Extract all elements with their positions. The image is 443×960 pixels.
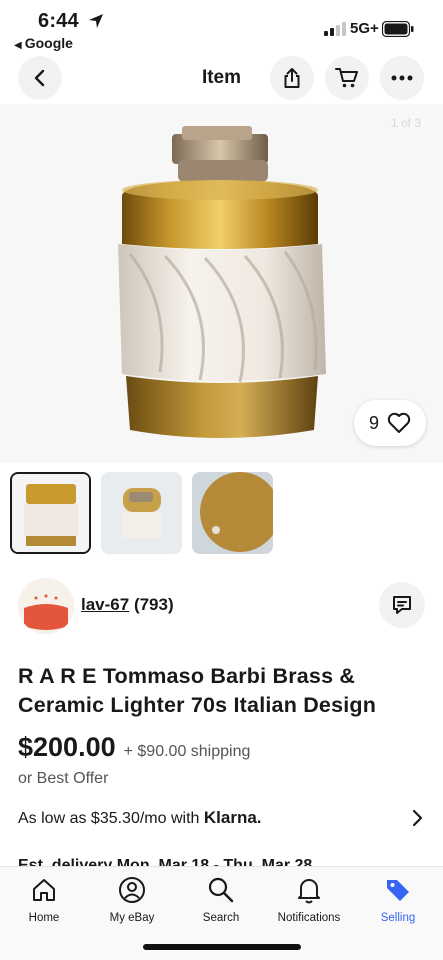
tab-search[interactable]: Search [177,875,265,924]
share-icon [284,68,300,88]
seller-username-link[interactable]: lav-67 [81,595,129,614]
watch-count: 9 [368,412,379,433]
financing-row[interactable]: As low as $35.30/mo with Klarna. [18,808,425,828]
back-to-app-link[interactable]: ◀ Google [14,35,73,51]
seller-avatar[interactable] [18,578,74,634]
message-icon [393,596,411,614]
more-options-button[interactable] [380,56,424,100]
watch-button[interactable]: 9 [354,400,426,446]
cart-icon [335,68,358,88]
tab-search-label: Search [202,912,240,924]
chevron-right-icon [412,809,423,827]
tab-home[interactable]: Home [0,875,88,924]
home-indicator [143,944,301,950]
back-triangle-icon: ◀ [14,40,22,51]
seller-name: lav-67 (793) [81,595,174,615]
tab-selling-label: Selling [380,912,416,924]
more-icon [391,75,413,81]
seller-info: lav-67 (793) [18,578,425,636]
share-button[interactable] [270,56,314,100]
top-nav-bar: Item [0,56,443,104]
battery-icon [382,21,414,37]
listing-title: R A R E Tommaso Barbi Brass & Ceramic Li… [18,664,377,717]
thumbnail-1[interactable] [10,472,91,554]
message-seller-button[interactable] [379,582,425,628]
best-offer-label: or Best Offer [18,770,109,787]
image-counter: 1 of 3 [390,116,421,130]
tab-selling[interactable]: Selling [354,875,442,924]
search-icon [208,877,234,903]
price-row: $200.00 + $90.00 shipping [18,732,250,763]
bell-icon [298,879,320,904]
profile-icon [119,877,145,903]
back-app-label: Google [24,35,73,51]
financing-text: As low as $35.30/mo with [18,810,200,827]
tab-notifications[interactable]: Notifications [265,875,353,924]
location-arrow-icon [89,14,103,28]
shipping-cost: + $90.00 shipping [123,743,251,760]
seller-feedback-count: (793) [133,595,174,614]
cart-button[interactable] [325,56,369,100]
thumbnail-2[interactable] [101,472,182,554]
price-tag-icon [387,880,409,901]
tab-my-ebay-label: My eBay [109,912,155,924]
home-icon [33,879,55,901]
status-time: 6:44 [38,10,79,32]
thumbnail-strip [10,472,273,554]
page-title: Item [201,67,242,88]
product-image-gallery[interactable]: 1 of 3 9 [0,104,443,463]
thumbnail-3[interactable] [192,472,273,554]
status-bar: 6:44 ◀ Google 5G+ [0,0,443,56]
tab-notifications-label: Notifications [277,912,341,924]
tab-home-label: Home [28,912,60,924]
listing-price: $200.00 [18,732,116,762]
signal-icon [324,22,346,36]
heart-icon [387,412,411,433]
klarna-logo: Klarna. [203,808,262,827]
tab-my-ebay[interactable]: My eBay [88,875,176,924]
network-label: 5G+ [350,20,379,37]
